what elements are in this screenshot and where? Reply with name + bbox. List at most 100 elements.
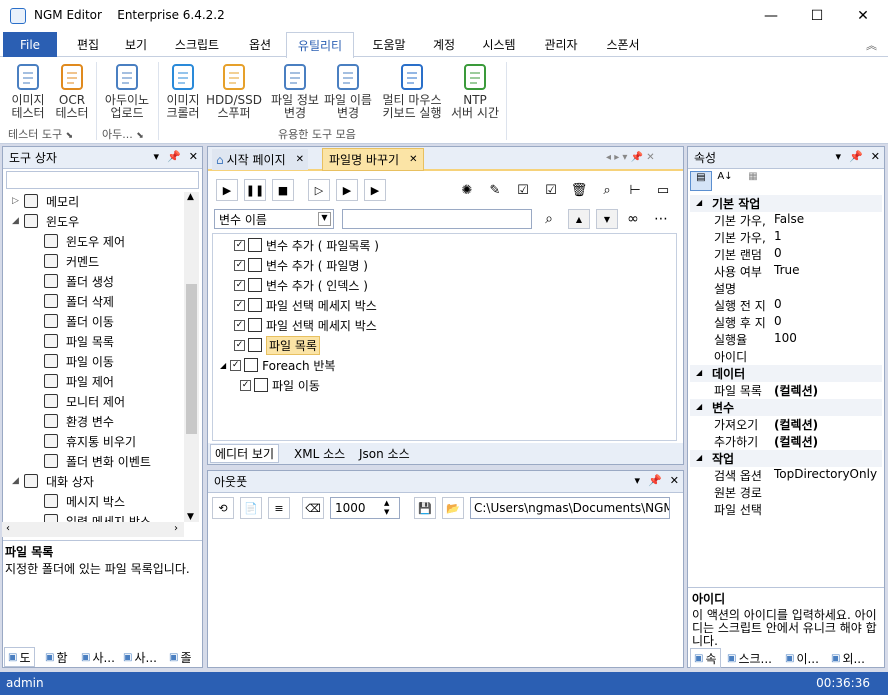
toolbox-item[interactable]: 파일 목록 [44,333,114,349]
open-folder-icon[interactable]: 📂 [442,497,464,519]
collapse-arrow-icon[interactable]: ◢ [12,216,24,226]
property-row[interactable]: 가져오기 (컬렉션) [690,416,882,433]
categorized-view-icon[interactable]: ▤ [690,171,712,191]
pin-icon[interactable]: 📌 [849,150,863,163]
action-node[interactable]: ✓ 파일 선택 메세지 박스 [222,297,377,313]
property-row[interactable]: 추가하기 (컬렉션) [690,433,882,450]
tab-view[interactable]: 보기 [114,32,158,57]
property-value[interactable]: 1 [770,229,782,246]
toolbox-item[interactable]: 메시지 박스 [44,493,125,509]
new-log-icon[interactable]: 📄 [240,497,262,519]
ribbon-button-ntp-server[interactable]: NTP 서버 시간 [451,62,499,120]
enable-checkbox[interactable]: ✓ [230,359,242,371]
pin-icon[interactable]: 📌 [167,150,181,163]
property-value[interactable]: (컬렉션) [770,382,818,399]
property-row[interactable]: 실행 전 지 0 [690,297,882,314]
search-input[interactable] [342,209,532,229]
collapse-arrow-icon[interactable]: ◢ [696,402,702,411]
enable-checkbox[interactable]: ✓ [240,379,251,391]
action-node[interactable]: ✓ 파일 선택 메세지 박스 [222,317,377,333]
next-result-icon[interactable]: ▼ [596,209,618,229]
enable-checkbox[interactable]: ✓ [234,319,245,331]
pin-icon[interactable]: 📌 [648,474,662,487]
eraser-icon[interactable]: ⌫ [302,497,324,519]
tab-edit[interactable]: 편집 [66,32,110,57]
property-row[interactable]: 파일 목록 (컬렉션) [690,382,882,399]
more-icon[interactable]: ⋯ [650,209,672,229]
property-row[interactable]: 기본 가우, False [690,212,882,229]
property-value[interactable] [770,484,774,501]
action-node[interactable]: ✓ 변수 추가 ( 파일목록 ) [222,237,379,253]
toolbox-item[interactable]: 환경 변수 [44,413,114,429]
list-icon[interactable]: ≡ [268,497,290,519]
properties-bottom-tab[interactable]: ▣ 외... [828,648,868,668]
property-row[interactable]: 실행율 100 [690,331,882,348]
property-value[interactable]: False [770,212,804,229]
edit-chart-icon[interactable]: ✎ [484,179,506,201]
close-button[interactable]: ✕ [840,0,886,32]
property-row[interactable]: 검색 옵션 TopDirectoryOnly [690,467,882,484]
monitor-icon[interactable]: ▭ [652,179,674,201]
collapse-arrow-icon[interactable]: ◢ [12,476,24,486]
collapse-arrow-icon[interactable]: ◢ [220,361,226,370]
action-node[interactable]: ◢ ✓ Foreach 반복 [220,357,335,373]
toolbox-bottom-tab[interactable]: ▣ 함 [42,647,71,667]
ribbon-button-file-info[interactable]: 파일 정보 변경 [268,62,322,120]
property-value[interactable]: 100 [770,331,797,348]
search-field-combo[interactable]: 변수 이름 ▼ [214,209,334,229]
tab-sponsor[interactable]: 스폰서 [596,32,650,57]
property-value[interactable]: 0 [770,314,782,331]
property-value[interactable] [770,348,774,365]
tab-json-source[interactable]: Json 소스 [355,444,414,463]
action-node[interactable]: ✓ 파일 이동 [240,377,320,393]
toolbox-bottom-tab[interactable]: ▣ 도 [4,647,35,667]
play-icon[interactable]: ▶ [216,179,238,201]
pause-icon[interactable]: ❚❚ [244,179,266,201]
enable-checkbox[interactable]: ✓ [234,259,245,271]
toolbox-bottom-tab[interactable]: ▣ 사... [78,647,118,667]
enable-checkbox[interactable]: ✓ [234,239,245,251]
property-row[interactable]: 기본 가우, 1 [690,229,882,246]
property-value[interactable]: (컬렉션) [770,416,818,433]
prev-result-icon[interactable]: ▲ [568,209,590,229]
toolbox-item[interactable]: 모니터 제어 [44,393,125,409]
toolbox-hscroll[interactable]: ‹ › [2,522,184,537]
property-category[interactable]: ◢ 변수 [690,399,882,416]
toolbox-item[interactable]: 파일 이동 [44,353,114,369]
tab-utility[interactable]: 유틸리티 [286,32,354,58]
toolbox-item[interactable]: 폴더 삭제 [44,293,114,309]
property-row[interactable]: 원본 경로 [690,484,882,501]
toolbox-scrollbar[interactable]: ▲ ▼ [184,192,199,522]
property-value[interactable]: True [770,263,800,280]
expand-arrow-icon[interactable]: ▷ [12,196,24,206]
run-to-icon[interactable]: ▶ [336,179,358,201]
tab-help[interactable]: 도움말 [362,32,416,57]
ribbon-button-image-tester[interactable]: 이미지 테스터 [8,62,48,120]
clear-log-icon[interactable]: ⟲ [212,497,234,519]
properties-bottom-tab[interactable]: ▣ 스크... [724,648,775,668]
properties-bottom-tab[interactable]: ▣ 속 [690,648,721,668]
toolbox-bottom-tab[interactable]: ▣ 졸 [166,647,195,667]
save-icon[interactable]: 💾 [414,497,436,519]
enable-checkbox[interactable]: ✓ [234,339,245,351]
action-node[interactable]: ✓ 변수 추가 ( 파일명 ) [222,257,368,273]
toolbox-item[interactable]: ◢ 윈도우 [12,213,79,229]
property-pages-icon[interactable]: ▦ [742,171,764,191]
line-count-input[interactable]: 1000 [330,497,400,519]
toolbox-search-input[interactable] [6,171,199,189]
collapse-arrow-icon[interactable]: ◢ [696,453,702,462]
properties-bottom-tab[interactable]: ▣ 이... [782,648,822,668]
check-all-icon[interactable]: ☑ [512,179,534,201]
maximize-button[interactable]: ☐ [794,0,840,32]
tab-editor-view[interactable]: 에디터 보기 [210,444,280,463]
property-row[interactable]: 파일 선택 [690,501,882,518]
tab-xml-source[interactable]: XML 소스 [290,444,349,463]
toolbox-item[interactable]: 폴더 변화 이벤트 [44,453,151,469]
toolbox-item[interactable]: 커멘드 [44,253,99,269]
property-row[interactable]: 기본 랜덤 0 [690,246,882,263]
property-row[interactable]: 사용 여부 True [690,263,882,280]
bulb-icon[interactable]: ✺ [456,179,478,201]
property-row[interactable]: 설명 [690,280,882,297]
delete-icon[interactable]: 🗑 [568,179,590,201]
enable-checkbox[interactable]: ✓ [234,279,245,291]
